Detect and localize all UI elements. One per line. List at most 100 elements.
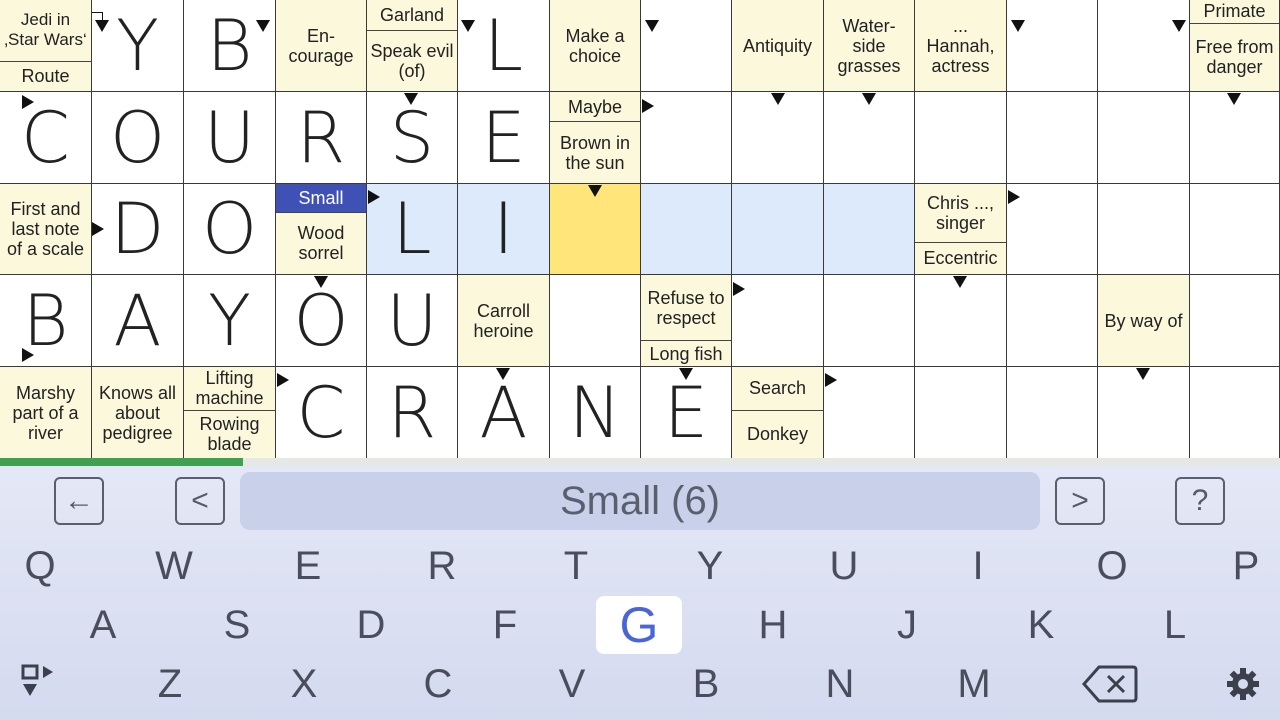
empty-cell[interactable] [1098, 367, 1190, 459]
empty-cell[interactable] [641, 0, 732, 92]
key-u[interactable]: U [801, 537, 887, 595]
empty-cell[interactable] [824, 367, 915, 459]
letter-cell[interactable]: E [458, 92, 550, 184]
empty-cell[interactable] [1007, 92, 1098, 184]
clue-cell[interactable]: Make a choice [550, 0, 641, 92]
empty-cell[interactable] [1098, 92, 1190, 184]
letter-cell[interactable]: B [0, 275, 92, 367]
key-x[interactable]: X [261, 655, 347, 713]
key-r[interactable]: R [399, 537, 485, 595]
letter-cell[interactable]: A [92, 275, 184, 367]
empty-cell[interactable] [1190, 367, 1280, 459]
clue-cell[interactable]: Primate Free from danger [1190, 0, 1280, 92]
letter-cell[interactable]: A [458, 367, 550, 459]
clue-cell[interactable]: Search Donkey [732, 367, 824, 459]
letter-cell[interactable]: E [641, 367, 732, 459]
letter-cell[interactable]: U [184, 92, 276, 184]
key-n[interactable]: N [797, 655, 883, 713]
empty-cell[interactable] [1007, 184, 1098, 275]
letter-cell[interactable]: Y [92, 0, 184, 92]
empty-cell[interactable] [732, 275, 824, 367]
letter-cell[interactable] [824, 184, 915, 275]
clue-cell[interactable]: Lifting machine Rowing blade [184, 367, 276, 459]
key-a[interactable]: A [60, 596, 146, 654]
letter-cell[interactable]: R [367, 367, 458, 459]
back-button[interactable]: ← [54, 477, 104, 525]
empty-cell[interactable] [641, 92, 732, 184]
direction-toggle-button[interactable] [12, 660, 62, 704]
letter-cell[interactable]: O [92, 92, 184, 184]
letter-cell[interactable]: C [0, 92, 92, 184]
key-v[interactable]: V [529, 655, 615, 713]
key-h[interactable]: H [730, 596, 816, 654]
next-clue-button[interactable]: > [1055, 477, 1105, 525]
letter-cell[interactable] [732, 184, 824, 275]
clue-cell[interactable]: Maybe Brown in the sun [550, 92, 641, 184]
clue-cell[interactable]: First and last note of a scale [0, 184, 92, 275]
current-cell[interactable] [550, 184, 641, 275]
letter-cell[interactable]: I [458, 184, 550, 275]
key-o[interactable]: O [1069, 537, 1155, 595]
key-g[interactable]: G [596, 596, 682, 654]
clue-cell[interactable]: Garland Speak evil (of) [367, 0, 458, 92]
key-j[interactable]: J [864, 596, 950, 654]
clue-cell[interactable]: Jedi in ‚Star Wars‘ Route [0, 0, 92, 92]
key-t[interactable]: T [533, 537, 619, 595]
key-s[interactable]: S [194, 596, 280, 654]
empty-cell[interactable] [824, 275, 915, 367]
key-k[interactable]: K [998, 596, 1084, 654]
clue-cell[interactable]: Small Wood sorrel [276, 184, 367, 275]
clue-cell[interactable]: Marshy part of a river [0, 367, 92, 459]
clue-cell[interactable]: By way of [1098, 275, 1190, 367]
empty-cell[interactable] [1007, 367, 1098, 459]
key-f[interactable]: F [462, 596, 548, 654]
letter-cell[interactable]: B [184, 0, 276, 92]
empty-cell[interactable] [915, 92, 1007, 184]
key-w[interactable]: W [131, 537, 217, 595]
empty-cell[interactable] [915, 367, 1007, 459]
empty-cell[interactable] [1007, 275, 1098, 367]
key-l[interactable]: L [1132, 596, 1218, 654]
key-z[interactable]: Z [127, 655, 213, 713]
key-q[interactable]: Q [0, 537, 83, 595]
letter-cell[interactable]: R [276, 92, 367, 184]
clue-cell[interactable]: Chris ..., singer Eccentric [915, 184, 1007, 275]
letter-cell[interactable]: Y [184, 275, 276, 367]
empty-cell[interactable] [824, 92, 915, 184]
letter-cell[interactable]: C [276, 367, 367, 459]
key-c[interactable]: C [395, 655, 481, 713]
empty-cell[interactable] [1190, 275, 1280, 367]
clue-cell[interactable]: Refuse to respect Long fish [641, 275, 732, 367]
backspace-button[interactable] [1080, 660, 1140, 708]
key-d[interactable]: D [328, 596, 414, 654]
clue-cell[interactable]: Carroll heroine [458, 275, 550, 367]
letter-cell[interactable]: L [367, 184, 458, 275]
clue-cell[interactable]: Water-side grasses [824, 0, 915, 92]
empty-cell[interactable] [1007, 0, 1098, 92]
letter-cell[interactable]: D [92, 184, 184, 275]
key-y[interactable]: Y [667, 537, 753, 595]
letter-cell[interactable] [641, 184, 732, 275]
key-b[interactable]: B [663, 655, 749, 713]
letter-cell[interactable]: L [458, 0, 550, 92]
key-i[interactable]: I [935, 537, 1021, 595]
letter-cell[interactable]: O [276, 275, 367, 367]
empty-cell[interactable] [1098, 0, 1190, 92]
letter-cell[interactable]: O [184, 184, 276, 275]
empty-cell[interactable] [1098, 184, 1190, 275]
key-e[interactable]: E [265, 537, 351, 595]
empty-cell[interactable] [915, 275, 1007, 367]
letter-cell[interactable]: U [367, 275, 458, 367]
key-m[interactable]: M [931, 655, 1017, 713]
clue-cell[interactable]: En-courage [276, 0, 367, 92]
previous-clue-button[interactable]: < [175, 477, 225, 525]
empty-cell[interactable] [732, 92, 824, 184]
current-clue-bar[interactable]: Small (6) [240, 472, 1040, 530]
key-p[interactable]: P [1203, 537, 1280, 595]
letter-cell[interactable]: S [367, 92, 458, 184]
empty-cell[interactable] [1190, 184, 1280, 275]
empty-cell[interactable] [550, 275, 641, 367]
clue-cell[interactable]: Antiquity [732, 0, 824, 92]
letter-cell[interactable]: N [550, 367, 641, 459]
help-button[interactable]: ? [1175, 477, 1225, 525]
